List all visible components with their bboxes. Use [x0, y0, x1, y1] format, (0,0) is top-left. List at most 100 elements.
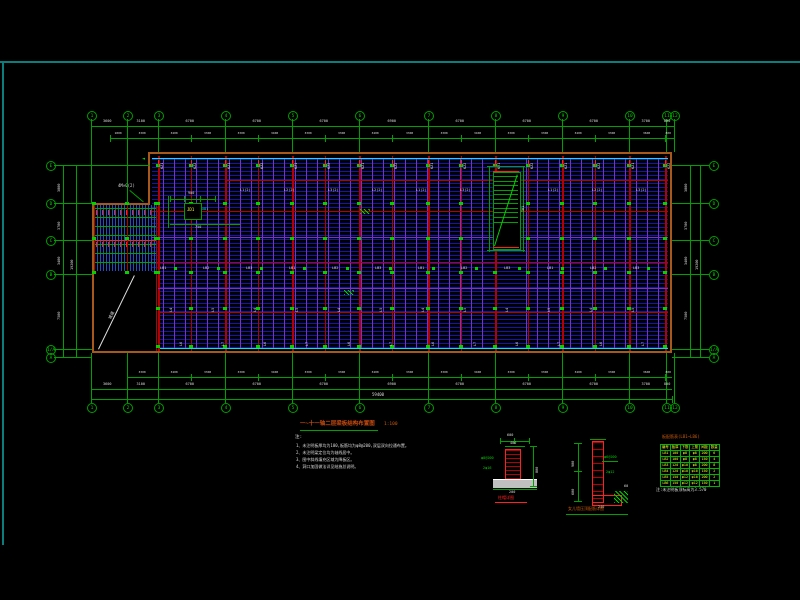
beam-label: L1(2) [240, 189, 251, 193]
column-mark [256, 345, 260, 348]
column-mark [223, 307, 227, 310]
detail-title: 女儿墙压顶配筋详图 [568, 507, 604, 511]
table-cell: 150 [670, 481, 680, 487]
column-label: KZ1 [431, 163, 435, 169]
dim-tick [58, 165, 68, 166]
column-label: KZ2 [194, 163, 198, 169]
stair-cap [493, 171, 519, 172]
rebar-label: φ8@200 [481, 457, 494, 461]
beam-label: L7 [222, 342, 226, 346]
axis-bubble: 9 [558, 111, 568, 121]
leader-line [129, 190, 143, 202]
column-grid-line [562, 156, 564, 351]
dim-tick [428, 386, 429, 393]
rebar-tick [126, 242, 127, 247]
dim-text: 3300 [338, 371, 345, 374]
axis-bubble: 8 [491, 403, 501, 413]
dim-tick [574, 443, 582, 444]
column-mark [223, 271, 227, 274]
dim-text: 6700 [186, 120, 194, 124]
column-grid-line [292, 156, 294, 351]
column-mark [189, 237, 193, 240]
dim-tick [359, 135, 360, 142]
dim-tick [292, 135, 293, 142]
beam-line-v [163, 159, 164, 348]
table-cell: LB6 [661, 481, 671, 487]
column-label: KZ1 [295, 163, 299, 169]
edge-line [160, 348, 668, 349]
opening-tag: XD1 [202, 208, 208, 212]
column-tick [158, 160, 159, 166]
dim-line [493, 489, 537, 490]
beam-label: LB1 [418, 267, 424, 271]
beam-label: L4 [170, 308, 174, 312]
dim-tick [665, 135, 666, 142]
dim-text: 800 [664, 120, 670, 124]
beam-line-v [625, 159, 626, 348]
dim-tick [184, 196, 185, 202]
beam-label: L3(2) [460, 189, 471, 193]
annex-line [94, 226, 156, 227]
dim-text: 3700 [685, 221, 689, 229]
dim-text: 6700 [590, 120, 598, 124]
axis-bubble: D [709, 199, 719, 209]
column-mark [459, 345, 463, 348]
drawing-scale: 1:100 [384, 423, 398, 428]
dim-tick [686, 357, 696, 358]
dim-text: 600 [572, 489, 576, 495]
dim-tick [158, 386, 159, 393]
dim-text: 800 [666, 371, 671, 374]
column-mark [390, 202, 394, 205]
dim-tick [529, 438, 530, 444]
dim-text: 3300 [541, 371, 548, 374]
dim-text: 6700 [253, 120, 261, 124]
dim-tick [325, 374, 326, 381]
beam-label: LB2 [332, 267, 338, 271]
column-mark [346, 267, 349, 270]
annex-line [94, 235, 156, 236]
dim-text: 19200 [696, 259, 700, 270]
column-grid-line [629, 156, 631, 351]
beam-label: LB2 [461, 267, 467, 271]
column-grid-line [158, 156, 160, 351]
beam-line-v [207, 159, 208, 348]
rebar-tick [108, 210, 109, 215]
beam-line-h [152, 237, 668, 238]
dim-text: 3300 [139, 371, 146, 374]
column-mark [290, 202, 294, 205]
wall-outline [670, 152, 672, 353]
slab-hatch-block [614, 491, 628, 503]
column-mark [647, 267, 650, 270]
dim-line [127, 377, 672, 378]
beam-label: LB1 [547, 267, 553, 271]
beam-line-v [317, 159, 318, 348]
beam-label: LB1 [289, 267, 295, 271]
axis-bubble: C [46, 236, 56, 246]
column-mark [223, 202, 227, 205]
dim-tick [170, 196, 171, 202]
rebar-tick [108, 242, 109, 247]
column-mark [627, 345, 631, 348]
beam-label: L2(2) [592, 189, 603, 193]
beam-label: L5 [464, 308, 468, 312]
column-mark [223, 237, 227, 240]
detail-column-cap: 600 400 800 φ8@200 2φ16 200 柱帽详图 [483, 433, 558, 508]
dim-text: 400 [510, 442, 516, 446]
dim-tick [127, 374, 128, 381]
dim-text: 3300 [406, 132, 413, 135]
dim-line [91, 399, 672, 400]
beam-line-v [614, 159, 615, 348]
axis-bubble: 7 [424, 403, 434, 413]
column-mark [561, 267, 564, 270]
beam-label: L5 [632, 308, 636, 312]
beam-line-v [262, 159, 263, 348]
column-label: KZ1 [161, 163, 165, 169]
dim-tick [359, 386, 360, 393]
ramp-edge [156, 273, 157, 351]
column-tick [325, 160, 326, 166]
beam-line-v [658, 159, 659, 348]
dim-text: 800 [666, 132, 671, 135]
axis-stem [127, 119, 128, 203]
dim-tick [359, 123, 360, 130]
dim-text: 3400 [372, 132, 379, 135]
